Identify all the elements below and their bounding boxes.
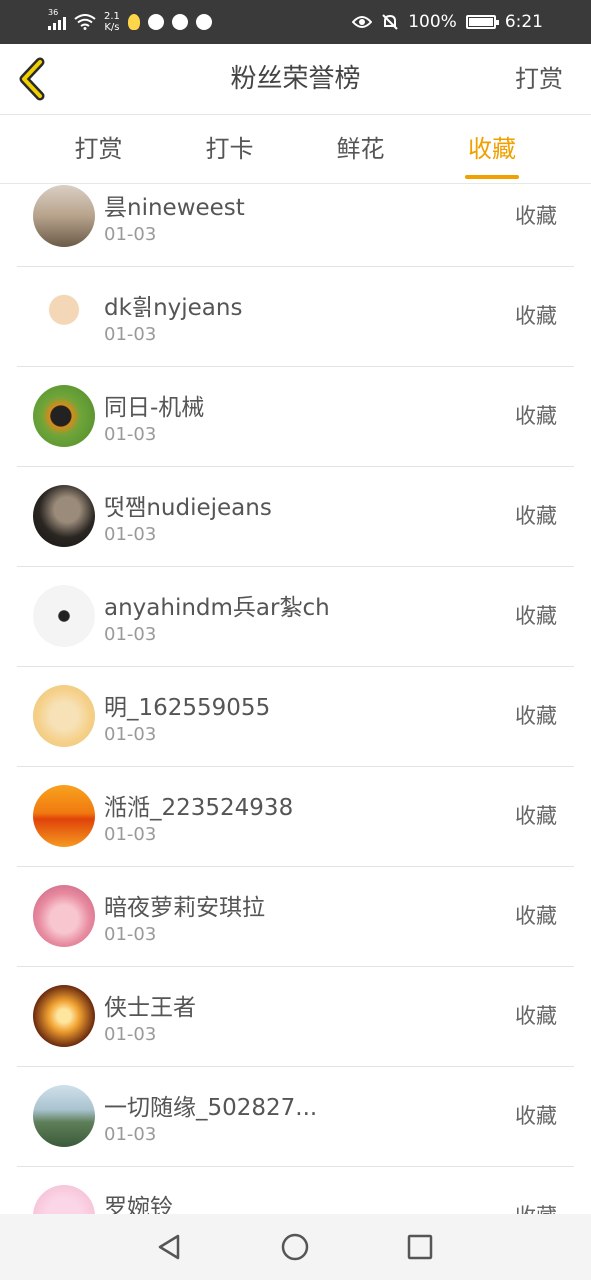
date: 01-03 xyxy=(104,1024,157,1045)
active-tab-indicator xyxy=(465,175,519,179)
eye-icon xyxy=(352,16,373,28)
avatar xyxy=(33,885,95,947)
avatar xyxy=(33,285,95,347)
user-name: 昙nineweest xyxy=(104,195,245,221)
list-item[interactable]: 湉湉_223524938 01-03 收藏 xyxy=(17,766,574,867)
tab-label: 打赏 xyxy=(74,135,123,163)
list-item[interactable]: 侠士王者 01-03 收藏 xyxy=(17,966,574,1067)
tab-label: 收藏 xyxy=(468,135,516,163)
avatar xyxy=(33,985,95,1047)
date: 01-03 xyxy=(104,1124,157,1145)
favorite-label: 收藏 xyxy=(515,904,557,928)
list-item[interactable]: 一切随缘_502827... 01-03 收藏 xyxy=(17,1066,574,1167)
user-name: 侠士王者 xyxy=(104,995,196,1021)
user-name: 同日-机械 xyxy=(104,395,205,421)
avatar xyxy=(33,1085,95,1147)
user-name: 罗婉铃 xyxy=(104,1195,173,1214)
favorite-label: 收藏 xyxy=(515,1104,557,1128)
page-title: 粉丝荣誉榜 xyxy=(230,64,361,94)
favorite-label: 收藏 xyxy=(515,1200,557,1214)
fan-list: 昙nineweest 01-03 收藏 dk흵nyjeans 01-03 收藏 … xyxy=(0,184,591,1214)
avatar xyxy=(33,585,95,647)
date: 01-03 xyxy=(104,424,157,445)
user-name: 暗夜萝莉安琪拉 xyxy=(104,895,265,921)
nav-recents-button[interactable] xyxy=(390,1214,450,1280)
signal-label: 36 xyxy=(48,8,59,17)
user-name: anyahindm兵ar紮ch xyxy=(104,595,330,621)
date: 01-03 xyxy=(104,724,157,745)
favorite-label: 收藏 xyxy=(515,804,557,828)
audio-app-icon xyxy=(171,14,188,30)
bulb-icon xyxy=(127,14,140,30)
favorite-label: 收藏 xyxy=(515,404,557,428)
tab-reward[interactable]: 打赏 xyxy=(60,115,137,183)
battery-percent: 100% xyxy=(408,12,457,32)
date: 01-03 xyxy=(104,324,157,345)
tab-label: 打卡 xyxy=(205,135,254,163)
list-item[interactable]: 떳쨈nudiejeans 01-03 收藏 xyxy=(17,466,574,567)
list-item[interactable]: 罗婉铃 收藏 xyxy=(17,1166,574,1214)
avatar xyxy=(33,685,95,747)
battery-icon xyxy=(465,15,499,29)
favorite-label: 收藏 xyxy=(515,704,557,728)
user-name: 一切随缘_502827... xyxy=(104,1095,318,1121)
network-speed-unit: K/s xyxy=(104,22,120,33)
nav-home-button[interactable] xyxy=(265,1214,325,1280)
user-name: dk흵nyjeans xyxy=(104,295,243,321)
wechat-icon xyxy=(147,14,164,30)
favorite-label: 收藏 xyxy=(515,1004,557,1028)
list-item[interactable]: 明_162559055 01-03 收藏 xyxy=(17,666,574,767)
date: 01-03 xyxy=(104,924,157,945)
list-item[interactable]: 昙nineweest 01-03 收藏 xyxy=(17,184,574,267)
status-bar: 36 2.1 K/s 100% 6:21 xyxy=(0,0,591,44)
mute-bell-icon xyxy=(382,14,398,30)
date: 01-03 xyxy=(104,624,157,645)
favorite-label: 收藏 xyxy=(515,604,557,628)
list-item[interactable]: dk흵nyjeans 01-03 收藏 xyxy=(17,266,574,367)
avatar xyxy=(33,485,95,547)
list-item[interactable]: 暗夜萝莉安琪拉 01-03 收藏 xyxy=(17,866,574,967)
favorite-label: 收藏 xyxy=(515,304,557,328)
tab-bar: 打赏 打卡 鲜花 收藏 xyxy=(0,115,591,184)
back-button[interactable] xyxy=(14,56,54,102)
app-header: 粉丝荣誉榜 打赏 xyxy=(0,44,591,115)
wifi-icon xyxy=(74,14,96,30)
date: 01-03 xyxy=(104,524,157,545)
nav-back-button[interactable] xyxy=(139,1214,199,1280)
reward-button[interactable]: 打赏 xyxy=(515,44,563,114)
tab-label: 鲜花 xyxy=(336,135,385,163)
system-nav-bar xyxy=(0,1214,591,1280)
hand-icon xyxy=(195,14,212,30)
clock: 6:21 xyxy=(504,12,543,32)
avatar xyxy=(33,185,95,247)
favorite-label: 收藏 xyxy=(515,504,557,528)
triangle-back-icon xyxy=(158,1234,180,1260)
list-item[interactable]: 同日-机械 01-03 收藏 xyxy=(17,366,574,467)
user-name: 떳쨈nudiejeans xyxy=(104,495,272,521)
avatar xyxy=(33,1185,95,1214)
avatar xyxy=(33,385,95,447)
user-name: 湉湉_223524938 xyxy=(104,795,294,821)
tab-favorites[interactable]: 收藏 xyxy=(465,115,519,183)
favorite-label: 收藏 xyxy=(515,204,557,228)
user-name: 明_162559055 xyxy=(104,695,271,721)
circle-home-icon xyxy=(281,1233,309,1261)
date: 01-03 xyxy=(104,824,157,845)
back-chevron-icon xyxy=(19,57,45,101)
cell-signal-icon: 36 xyxy=(48,8,66,30)
tab-flowers[interactable]: 鲜花 xyxy=(322,115,399,183)
date: 01-03 xyxy=(104,224,157,245)
list-item[interactable]: anyahindm兵ar紮ch 01-03 收藏 xyxy=(17,566,574,667)
network-speed: 2.1 K/s xyxy=(104,11,120,33)
network-speed-value: 2.1 xyxy=(104,11,120,22)
avatar xyxy=(33,785,95,847)
square-recents-icon xyxy=(407,1234,433,1260)
tab-checkin[interactable]: 打卡 xyxy=(191,115,268,183)
